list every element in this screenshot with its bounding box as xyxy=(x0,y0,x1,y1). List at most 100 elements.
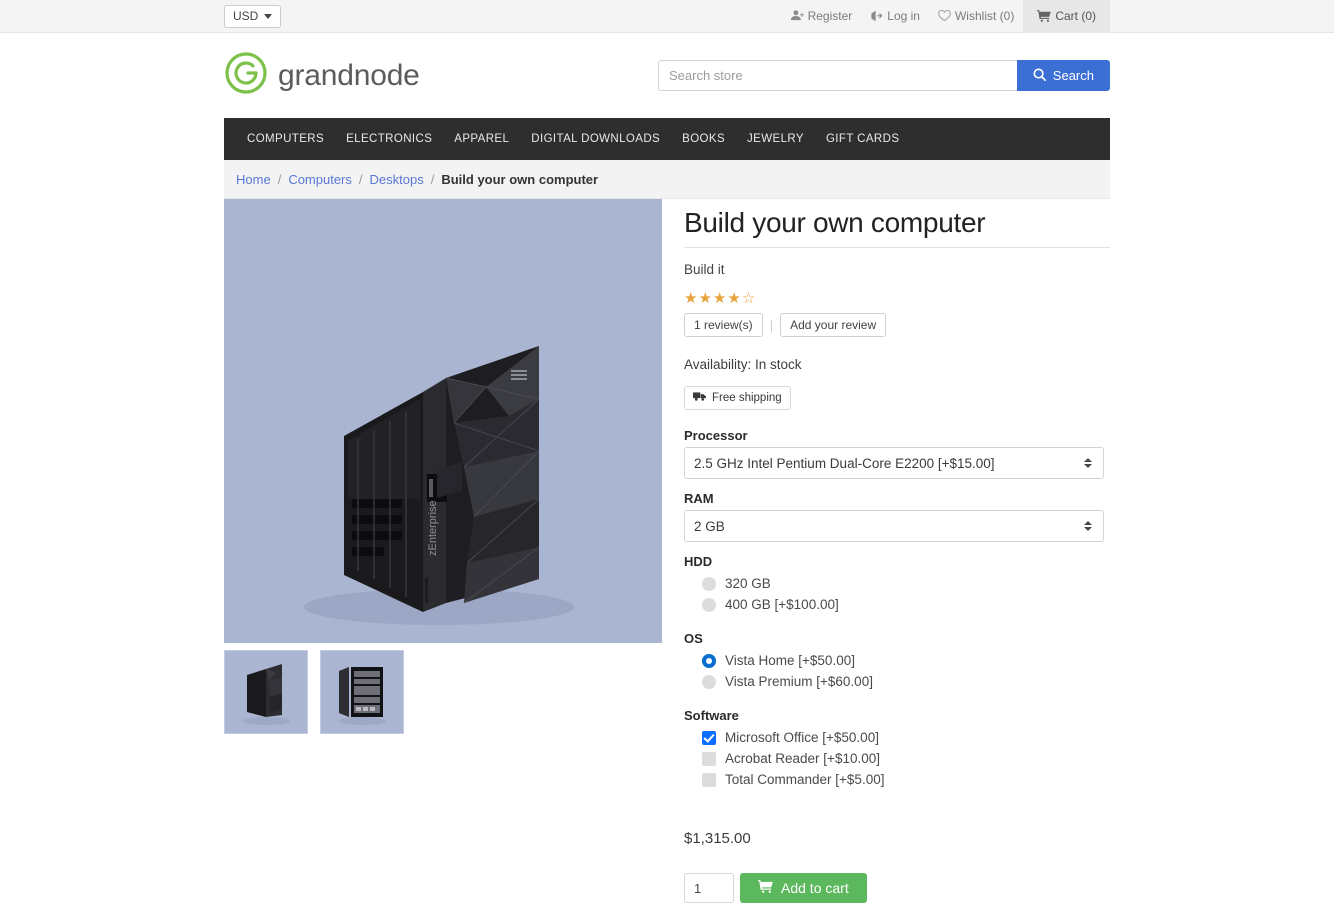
register-label: Register xyxy=(808,9,853,23)
product-short-description: Build it xyxy=(684,262,1110,277)
free-shipping-badge[interactable]: Free shipping xyxy=(684,386,791,410)
star-icon-1: ★ xyxy=(684,290,698,307)
search-button[interactable]: Search xyxy=(1017,60,1110,91)
cart-link[interactable]: Cart (0) xyxy=(1023,0,1110,33)
breadcrumb-item-computers[interactable]: Computers xyxy=(288,172,352,187)
user-plus-icon xyxy=(791,10,804,22)
register-link[interactable]: Register xyxy=(782,0,862,33)
currency-selector[interactable]: USD xyxy=(224,5,281,28)
breadcrumb-item-home[interactable]: Home xyxy=(236,172,271,187)
search-icon xyxy=(1033,68,1046,84)
radio-icon[interactable] xyxy=(702,577,716,591)
checkbox-icon[interactable] xyxy=(702,752,716,766)
product-details: Build your own computer Build it ★★★★☆ 1… xyxy=(678,199,1110,903)
nav-item-gift-cards[interactable]: GIFT CARDS xyxy=(815,133,910,145)
nav-item-apparel[interactable]: APPAREL xyxy=(443,133,520,145)
attribute-software: Software Microsoft Office [+$50.00] Acro… xyxy=(684,708,1110,790)
hdd-option-320gb[interactable]: 320 GB xyxy=(684,573,1110,594)
breadcrumb-separator: / xyxy=(431,172,435,187)
attribute-hdd: HDD 320 GB 400 GB [+$100.00] xyxy=(684,554,1110,615)
add-to-cart-label: Add to cart xyxy=(781,880,849,896)
product-price: $1,315.00 xyxy=(684,830,1110,847)
site-logo[interactable]: grandnode xyxy=(224,51,420,100)
product-thumbnail-1[interactable] xyxy=(224,650,308,734)
breadcrumb-separator: / xyxy=(359,172,363,187)
star-icon-2: ★ xyxy=(698,290,712,307)
top-links: Register Log in Wishlist (0) Cart (0) xyxy=(782,0,1110,33)
add-to-cart-row: Add to cart xyxy=(684,873,1110,903)
search-box: Search xyxy=(658,60,1110,91)
radio-icon-checked[interactable] xyxy=(702,654,716,668)
hdd-option-320gb-label: 320 GB xyxy=(725,576,771,591)
radio-icon[interactable] xyxy=(702,675,716,689)
logo-text: grandnode xyxy=(278,59,420,93)
top-bar: USD Register Log in Wishlist (0) xyxy=(0,0,1334,33)
breadcrumb-separator: / xyxy=(278,172,282,187)
breadcrumb: Home / Computers / Desktops / Build your… xyxy=(224,160,1110,199)
nav-item-computers[interactable]: COMPUTERS xyxy=(236,133,335,145)
hdd-option-400gb[interactable]: 400 GB [+$100.00] xyxy=(684,594,1110,615)
quantity-input[interactable] xyxy=(684,873,734,903)
attribute-label-ram: RAM xyxy=(684,491,1110,506)
wishlist-link[interactable]: Wishlist (0) xyxy=(929,0,1023,33)
star-icon-4: ★ xyxy=(727,290,741,307)
os-option-vista-premium[interactable]: Vista Premium [+$60.00] xyxy=(684,671,1110,692)
truck-icon xyxy=(693,391,706,405)
currency-label: USD xyxy=(233,9,258,24)
grandnode-g-logo xyxy=(224,51,268,100)
cart-icon xyxy=(1037,10,1051,22)
login-icon xyxy=(870,10,883,22)
availability-text: Availability: In stock xyxy=(684,357,1110,372)
attribute-os: OS Vista Home [+$50.00] Vista Premium [+… xyxy=(684,631,1110,692)
heart-icon xyxy=(938,10,951,22)
star-icon-3: ★ xyxy=(713,290,727,307)
add-review-button[interactable]: Add your review xyxy=(780,313,886,337)
software-option-total-commander[interactable]: Total Commander [+$5.00] xyxy=(684,769,1110,790)
cart-icon xyxy=(758,880,773,896)
product-rating: ★★★★☆ xyxy=(684,291,1110,307)
free-shipping-label: Free shipping xyxy=(712,392,782,404)
software-option-acrobat-reader-label: Acrobat Reader [+$10.00] xyxy=(725,751,880,766)
os-option-vista-home[interactable]: Vista Home [+$50.00] xyxy=(684,650,1110,671)
attribute-label-hdd: HDD xyxy=(684,554,1110,569)
product-page: zEnterprise xyxy=(224,199,1110,903)
star-icon-5: ☆ xyxy=(742,290,756,307)
product-main-image[interactable]: zEnterprise xyxy=(224,199,662,643)
nav-item-digital-downloads[interactable]: DIGITAL DOWNLOADS xyxy=(520,133,671,145)
product-gallery: zEnterprise xyxy=(224,199,662,903)
chevron-down-icon xyxy=(264,14,272,19)
os-option-vista-home-label: Vista Home [+$50.00] xyxy=(725,653,855,668)
radio-icon[interactable] xyxy=(702,598,716,612)
breadcrumb-item-desktops[interactable]: Desktops xyxy=(370,172,424,187)
checkbox-icon[interactable] xyxy=(702,773,716,787)
search-button-label: Search xyxy=(1053,68,1094,83)
site-header: grandnode Search xyxy=(224,33,1110,118)
wishlist-label: Wishlist (0) xyxy=(955,9,1014,23)
processor-select[interactable]: 2.5 GHz Intel Pentium Dual-Core E2200 [+… xyxy=(684,447,1104,479)
product-thumbnail-2[interactable] xyxy=(320,650,404,734)
nav-item-electronics[interactable]: ELECTRONICS xyxy=(335,133,443,145)
login-link[interactable]: Log in xyxy=(861,0,929,33)
search-input[interactable] xyxy=(658,60,1017,91)
attribute-processor: Processor 2.5 GHz Intel Pentium Dual-Cor… xyxy=(684,428,1110,479)
software-option-microsoft-office-label: Microsoft Office [+$50.00] xyxy=(725,730,879,745)
ram-select[interactable]: 2 GB xyxy=(684,510,1104,542)
attribute-label-os: OS xyxy=(684,631,1110,646)
software-option-microsoft-office[interactable]: Microsoft Office [+$50.00] xyxy=(684,727,1110,748)
product-thumbnails xyxy=(224,650,662,734)
add-to-cart-button[interactable]: Add to cart xyxy=(740,873,867,903)
software-option-total-commander-label: Total Commander [+$5.00] xyxy=(725,772,884,787)
cart-label: Cart (0) xyxy=(1055,9,1096,23)
nav-item-books[interactable]: BOOKS xyxy=(671,133,736,145)
checkbox-icon-checked[interactable] xyxy=(702,731,716,745)
reviews-count-button[interactable]: 1 review(s) xyxy=(684,313,763,337)
divider: | xyxy=(770,318,773,333)
attribute-label-processor: Processor xyxy=(684,428,1110,443)
software-option-acrobat-reader[interactable]: Acrobat Reader [+$10.00] xyxy=(684,748,1110,769)
hdd-option-400gb-label: 400 GB [+$100.00] xyxy=(725,597,839,612)
attribute-label-software: Software xyxy=(684,708,1110,723)
nav-item-jewelry[interactable]: JEWELRY xyxy=(736,133,815,145)
review-actions: 1 review(s) | Add your review xyxy=(684,313,1110,337)
page-title: Build your own computer xyxy=(684,207,1110,248)
attribute-ram: RAM 2 GB xyxy=(684,491,1110,542)
